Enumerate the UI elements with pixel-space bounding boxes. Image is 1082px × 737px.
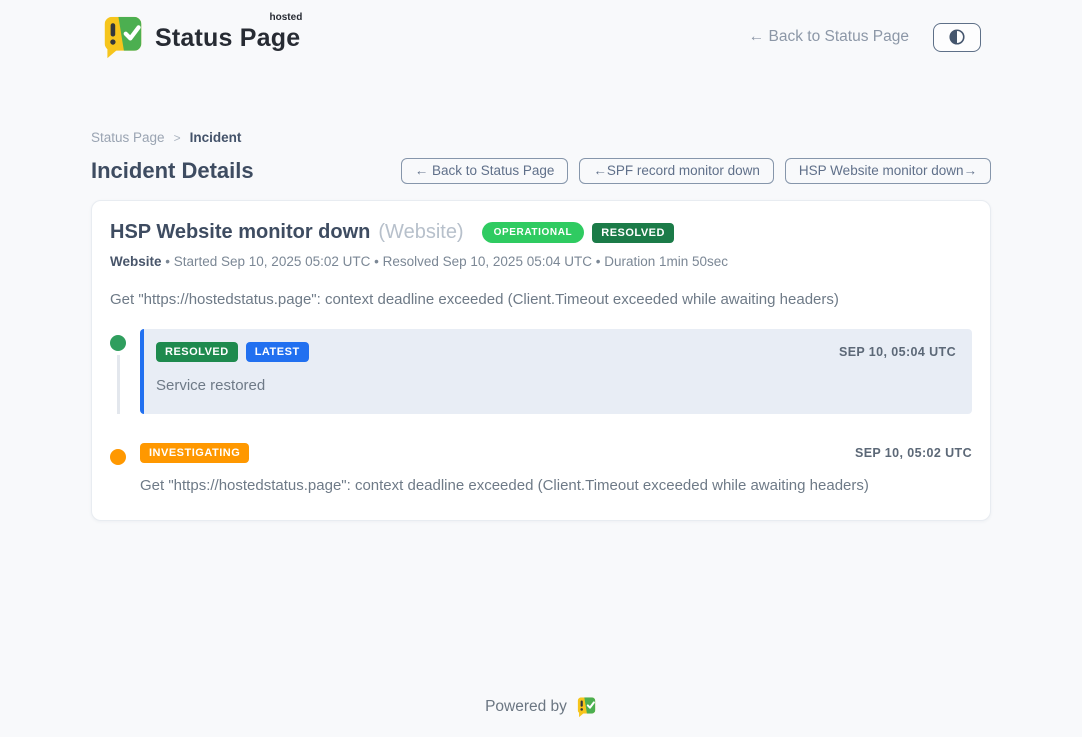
logo-text: Status Page — [155, 24, 300, 52]
timeline-entry-resolved: RESOLVED LATEST SEP 10, 05:04 UTC Servic… — [110, 329, 972, 414]
timeline-dot-green — [110, 335, 126, 351]
timeline-timestamp: SEP 10, 05:02 UTC — [855, 446, 972, 460]
incident-card: HSP Website monitor down (Website) OPERA… — [91, 200, 991, 521]
powered-by-label: Powered by — [485, 698, 567, 716]
half-circle-icon — [948, 28, 966, 46]
incident-description: Get "https://hostedstatus.page": context… — [110, 291, 972, 308]
breadcrumb-incident: Incident — [190, 130, 242, 145]
incident-meta-details: • Started Sep 10, 2025 05:02 UTC • Resol… — [162, 254, 729, 269]
timeline-entry-investigating: INVESTIGATING SEP 10, 05:02 UTC Get "htt… — [110, 443, 972, 494]
back-to-status-page-button[interactable]: ← Back to Status Page — [401, 158, 569, 184]
theme-toggle-button[interactable] — [933, 23, 981, 52]
timeline-timestamp: SEP 10, 05:04 UTC — [839, 345, 956, 359]
statuspage-bubble-icon — [576, 696, 597, 718]
timeline-resolved-badge: RESOLVED — [156, 342, 238, 362]
incident-nav-buttons: ← Back to Status Page ←SPF record monito… — [401, 158, 991, 184]
breadcrumb-separator: > — [174, 131, 181, 145]
incident-timeline: RESOLVED LATEST SEP 10, 05:04 UTC Servic… — [110, 329, 972, 494]
resolved-status-badge: RESOLVED — [592, 223, 674, 243]
operational-badge: OPERATIONAL — [482, 222, 585, 243]
breadcrumb: Status Page > Incident — [91, 130, 991, 145]
prev-incident-button[interactable]: ←SPF record monitor down — [579, 158, 774, 184]
statuspage-logo[interactable]: hosted Status Page — [101, 14, 300, 60]
timeline-highlight-box: RESOLVED LATEST SEP 10, 05:04 UTC Servic… — [140, 329, 972, 414]
logo-hosted-superscript: hosted — [270, 12, 303, 23]
footer: Powered by © 2025-10-08 14:10:34.772084 … — [0, 696, 1082, 737]
page-title: Incident Details — [91, 158, 254, 184]
incident-component: (Website) — [378, 221, 463, 244]
timeline-investigating-badge: INVESTIGATING — [140, 443, 249, 463]
header: hosted Status Page ← Back to Status Page — [0, 0, 1082, 60]
header-back-link[interactable]: ← Back to Status Page — [749, 28, 909, 46]
incident-meta-component: Website — [110, 254, 162, 269]
next-incident-button[interactable]: HSP Website monitor down→ — [785, 158, 991, 184]
main-content: Status Page > Incident Incident Details … — [91, 130, 991, 521]
timeline-latest-badge: LATEST — [246, 342, 309, 362]
timeline-connector — [117, 355, 120, 414]
incident-title: HSP Website monitor down — [110, 221, 370, 244]
timeline-message: Service restored — [156, 377, 956, 394]
timeline-dot-orange — [110, 449, 126, 465]
incident-meta: Website • Started Sep 10, 2025 05:02 UTC… — [110, 254, 972, 269]
breadcrumb-status-page[interactable]: Status Page — [91, 130, 165, 145]
statuspage-bubble-icon — [101, 14, 145, 60]
timeline-message: Get "https://hostedstatus.page": context… — [140, 477, 972, 494]
